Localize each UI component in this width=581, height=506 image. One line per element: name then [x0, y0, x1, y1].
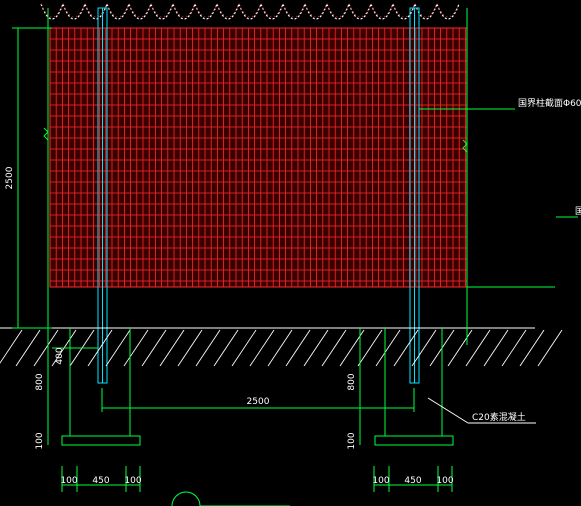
mesh-panel	[49, 27, 468, 288]
post-note-label: 国界柱截面Φ60	[518, 97, 581, 109]
footing-width-right-label: 450	[404, 476, 421, 486]
footing-width-left-label: 450	[92, 476, 109, 486]
footing-edge-right-b-label: 100	[436, 476, 453, 486]
footing-depth-right-label: 800	[347, 373, 357, 390]
footing-pad-left-label: 100	[35, 432, 45, 449]
footing-edge-right-a-label: 100	[372, 476, 389, 486]
edge-fragment-label: 国	[575, 206, 581, 217]
footing-pad-right-label: 100	[347, 432, 357, 449]
post-embed-label: 400	[55, 347, 65, 364]
footing-edge-left-a-label: 100	[60, 476, 77, 486]
concrete-note-label: C20素混凝土	[472, 411, 526, 423]
post-spacing-label: 2500	[247, 397, 270, 407]
fence-elevation-drawing: 2500 2500 400 800 800 100 100 100 450 10…	[0, 0, 581, 506]
footing-depth-left-label: 800	[35, 373, 45, 390]
fence-height-label: 2500	[5, 166, 15, 189]
footing-edge-left-b-label: 100	[124, 476, 141, 486]
